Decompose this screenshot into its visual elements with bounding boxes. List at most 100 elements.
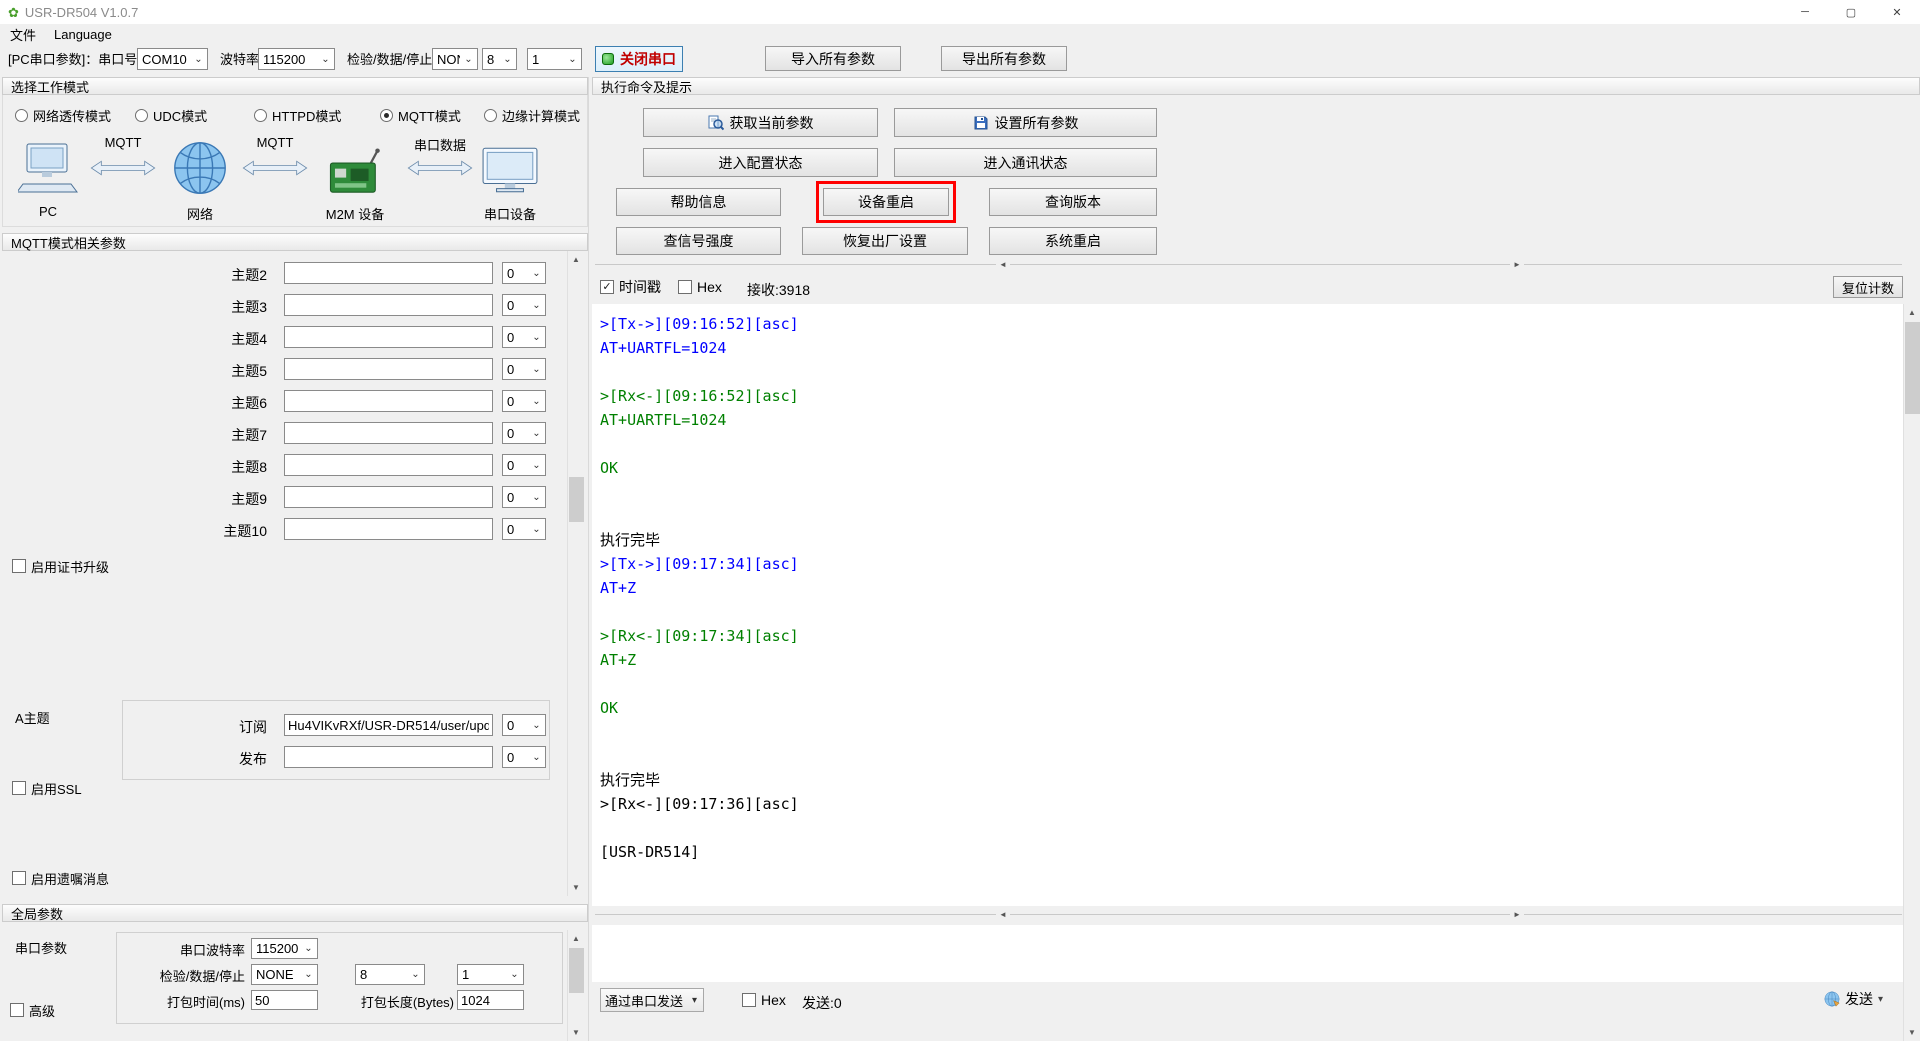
radio-transparent-mode[interactable]: 网络透传模式 — [15, 107, 111, 123]
close-port-button[interactable]: 关闭串口 — [595, 46, 683, 72]
scroll-right-icon[interactable]: ► — [1510, 258, 1524, 271]
log-bottom-scrollbar[interactable]: ◄ ► — [595, 908, 1902, 921]
radio-udc-mode[interactable]: UDC模式 — [135, 107, 207, 123]
advanced-checkbox[interactable]: 高级 — [10, 1002, 55, 1018]
menu-language[interactable]: Language — [54, 27, 112, 42]
topic-qos-select[interactable]: 0⌄ — [502, 326, 546, 348]
subscribe-input[interactable] — [284, 714, 493, 736]
get-params-button[interactable]: 获取当前参数 — [643, 108, 878, 137]
scroll-down-icon[interactable]: ▼ — [1904, 1024, 1920, 1041]
global-stopbits-select[interactable]: 1⌄ — [457, 964, 524, 985]
link1-label: MQTT — [86, 135, 160, 150]
log-line — [600, 360, 1903, 384]
topic-qos-select[interactable]: 0⌄ — [502, 294, 546, 316]
panel-divider — [588, 77, 589, 1041]
help-info-button[interactable]: 帮助信息 — [616, 188, 781, 216]
system-restart-button[interactable]: 系统重启 — [989, 227, 1157, 255]
timestamp-checkbox[interactable]: ✓时间戳 — [600, 279, 661, 295]
export-params-label: 导出所有参数 — [962, 49, 1046, 69]
mqtt-panel-scrollbar[interactable]: ▲ ▼ — [567, 251, 584, 896]
topic-input[interactable] — [284, 518, 493, 540]
log-top-scrollbar[interactable]: ◄ ► — [595, 258, 1902, 271]
import-params-button[interactable]: 导入所有参数 — [765, 46, 901, 71]
topic-qos-select[interactable]: 0⌄ — [502, 358, 546, 380]
topic-qos-select[interactable]: 0⌄ — [502, 486, 546, 508]
scrollbar-thumb[interactable] — [1905, 322, 1920, 414]
work-mode-header: 选择工作模式 — [2, 77, 588, 95]
scrollbar-thumb[interactable] — [569, 477, 584, 522]
global-parity-select[interactable]: NONE⌄ — [251, 964, 318, 985]
query-signal-button[interactable]: 查信号强度 — [616, 227, 781, 255]
topic-input[interactable] — [284, 358, 493, 380]
log-vertical-scrollbar[interactable]: ▲ ▼ — [1903, 304, 1920, 1041]
hex-send-checkbox[interactable]: Hex — [742, 992, 786, 1008]
global-baud-select[interactable]: 115200⌄ — [251, 938, 318, 959]
topic-input[interactable] — [284, 262, 493, 284]
topic-qos-select[interactable]: 0⌄ — [502, 518, 546, 540]
scrollbar-thumb[interactable] — [569, 948, 584, 993]
com-port-select[interactable]: COM10⌄ — [137, 48, 208, 70]
send-via-dropdown[interactable]: 通过串口发送▾ — [600, 988, 704, 1012]
databits-select[interactable]: 8⌄ — [482, 48, 517, 70]
pack-time-input[interactable] — [251, 990, 318, 1010]
log-output[interactable]: >[Tx->][09:16:52][asc]AT+UARTFL=1024 >[R… — [592, 304, 1903, 906]
scroll-left-icon[interactable]: ◄ — [996, 258, 1010, 271]
radio-edge-mode[interactable]: 边缘计算模式 — [484, 107, 580, 123]
global-panel-scrollbar[interactable]: ▲ ▼ — [567, 930, 584, 1041]
enter-config-button[interactable]: 进入配置状态 — [643, 148, 878, 177]
will-message-checkbox[interactable]: 启用遗嘱消息 — [12, 870, 109, 886]
topic-input[interactable] — [284, 454, 493, 476]
scroll-right-icon[interactable]: ► — [1510, 908, 1524, 921]
global-databits-select[interactable]: 8⌄ — [355, 964, 425, 985]
parity-select[interactable]: NONE⌄ — [432, 48, 478, 70]
pc-serial-label: [PC串口参数]：串口号 — [8, 44, 137, 72]
send-input-area[interactable] — [592, 925, 1903, 982]
topic-input[interactable] — [284, 486, 493, 508]
subscribe-qos-select[interactable]: 0⌄ — [502, 714, 546, 736]
minimize-button[interactable]: ─ — [1782, 0, 1828, 24]
publish-qos-select[interactable]: 0⌄ — [502, 746, 546, 768]
ssl-checkbox[interactable]: 启用SSL — [12, 780, 82, 796]
enter-comm-button[interactable]: 进入通讯状态 — [894, 148, 1157, 177]
scroll-up-icon[interactable]: ▲ — [568, 930, 584, 947]
topic-label: 主题9 — [0, 489, 267, 509]
scroll-up-icon[interactable]: ▲ — [568, 251, 584, 268]
scroll-down-icon[interactable]: ▼ — [568, 1024, 584, 1041]
factory-reset-label: 恢复出厂设置 — [843, 231, 927, 251]
topic-input[interactable] — [284, 390, 493, 412]
topic-input[interactable] — [284, 422, 493, 444]
close-button[interactable]: ✕ — [1874, 0, 1920, 24]
hex-display-checkbox[interactable]: Hex — [678, 279, 722, 295]
menu-file[interactable]: 文件 — [10, 25, 36, 44]
cert-upgrade-checkbox[interactable]: 启用证书升级 — [12, 558, 109, 574]
stopbits-select[interactable]: 1⌄ — [527, 48, 582, 70]
topic-qos-select[interactable]: 0⌄ — [502, 262, 546, 284]
log-line — [600, 720, 1903, 744]
factory-reset-button[interactable]: 恢复出厂设置 — [802, 227, 968, 255]
topic-input[interactable] — [284, 294, 493, 316]
scroll-down-icon[interactable]: ▼ — [568, 879, 584, 896]
topic-qos-select[interactable]: 0⌄ — [502, 422, 546, 444]
export-params-button[interactable]: 导出所有参数 — [941, 46, 1067, 71]
radio-httpd-mode[interactable]: HTTPD模式 — [254, 107, 341, 123]
topic-input[interactable] — [284, 326, 493, 348]
window-controls: ─ ▢ ✕ — [1782, 0, 1920, 24]
topic-qos-select[interactable]: 0⌄ — [502, 454, 546, 476]
radio-mqtt-mode[interactable]: MQTT模式 — [380, 107, 461, 123]
publish-input[interactable] — [284, 746, 493, 768]
pack-len-input[interactable] — [457, 990, 524, 1010]
log-line: AT+UARTFL=1024 — [600, 336, 1903, 360]
reset-count-button[interactable]: 复位计数 — [1833, 276, 1903, 298]
scroll-up-icon[interactable]: ▲ — [1904, 304, 1920, 321]
topic-qos-select[interactable]: 0⌄ — [502, 390, 546, 412]
set-params-button[interactable]: 设置所有参数 — [894, 108, 1157, 137]
chevron-down-icon: ⌄ — [300, 939, 317, 958]
scroll-left-icon[interactable]: ◄ — [996, 908, 1010, 921]
maximize-button[interactable]: ▢ — [1828, 0, 1874, 24]
baud-select[interactable]: 115200⌄ — [258, 48, 335, 70]
send-count: 发送:0 — [802, 993, 842, 1013]
device-restart-button[interactable]: 设备重启 — [823, 188, 949, 216]
send-button[interactable]: 发送 ▾ — [1824, 986, 1883, 1012]
query-version-button[interactable]: 查询版本 — [989, 188, 1157, 216]
close-port-label: 关闭串口 — [620, 49, 676, 69]
